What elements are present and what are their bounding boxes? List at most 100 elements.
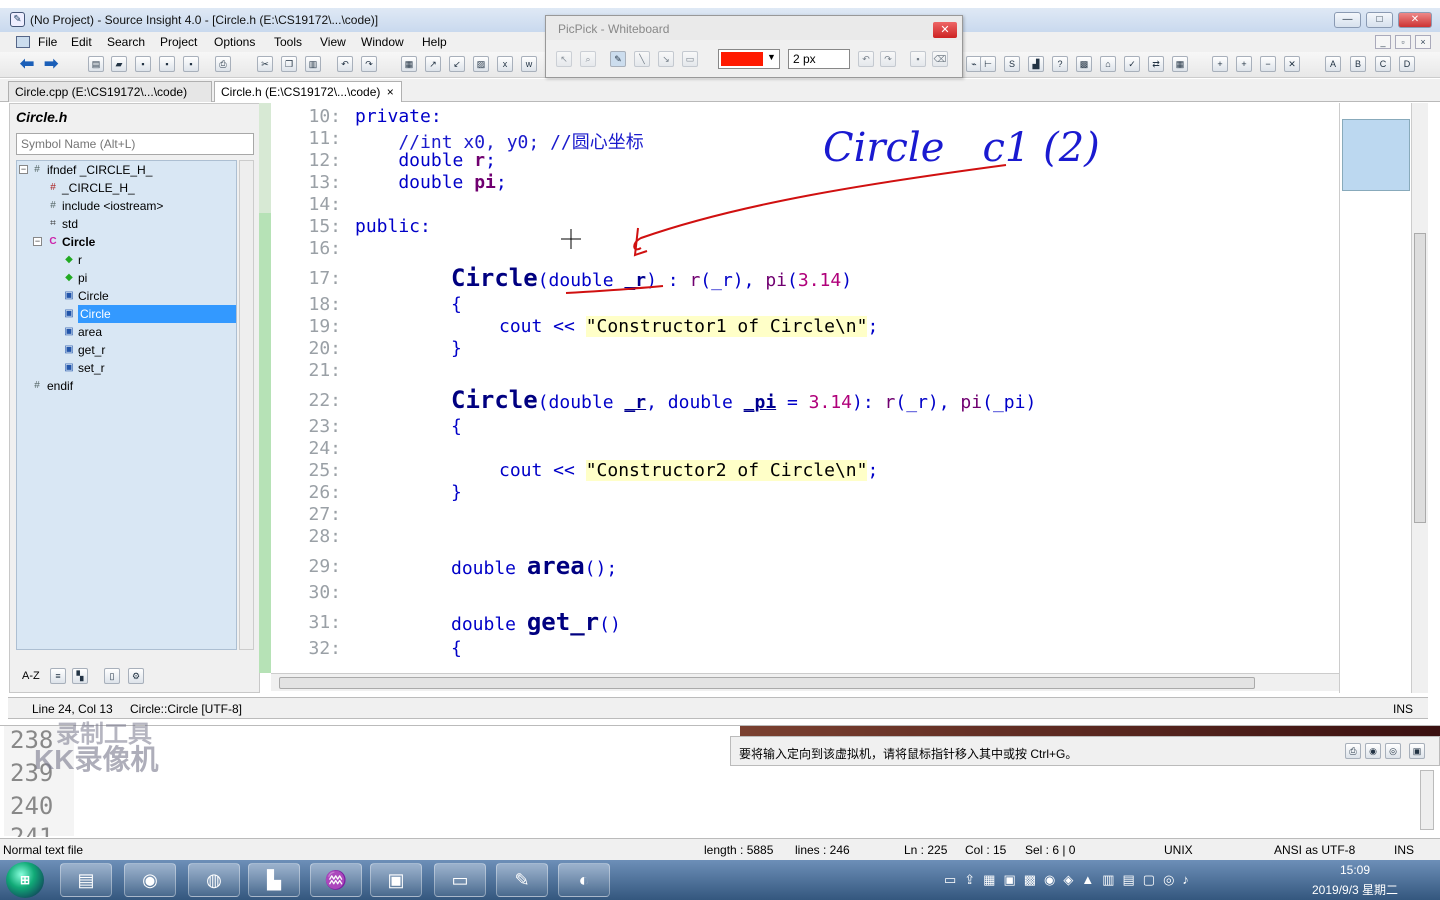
ie-icon[interactable]: ◍	[188, 863, 240, 897]
tree-row-selected[interactable]: ▣ Circle	[17, 305, 236, 323]
tab-close-icon[interactable]: ×	[387, 85, 394, 99]
jump-icon[interactable]: ↗	[425, 56, 441, 72]
save-icon[interactable]: ▪	[135, 56, 151, 72]
settings-gear-icon[interactable]: ⚙	[128, 668, 144, 684]
symbol-icon[interactable]: S	[1004, 56, 1020, 72]
start-orb-icon[interactable]: ⊞	[6, 862, 44, 898]
search-web-icon[interactable]: w	[521, 56, 537, 72]
clock-time[interactable]: 15:09	[1340, 863, 1370, 877]
collapse-icon[interactable]: −	[33, 237, 42, 246]
tree-row[interactable]: ▣ set_r	[17, 359, 236, 377]
cd-icon[interactable]: ◎	[1385, 743, 1401, 759]
vm-icon[interactable]: ▣	[370, 863, 422, 897]
color-picker[interactable]: ▼	[718, 49, 780, 69]
disk-icon[interactable]: ◉	[1365, 743, 1381, 759]
menu-options[interactable]: Options	[214, 35, 255, 49]
menu-tools[interactable]: Tools	[274, 35, 302, 49]
rectangle-tool-icon[interactable]: ▭	[682, 51, 698, 67]
browse-icon[interactable]: ▨	[473, 56, 489, 72]
print-icon[interactable]: ⎙	[215, 56, 231, 72]
line-tool-icon[interactable]: ╲	[634, 51, 650, 67]
notepad-scrollbar[interactable]	[1420, 770, 1434, 830]
collapse-icon[interactable]: −	[19, 165, 28, 174]
replace-icon[interactable]: x	[497, 56, 513, 72]
menu-project[interactable]: Project	[160, 35, 197, 49]
open-folder-icon[interactable]: ▰	[111, 56, 127, 72]
button-c-icon[interactable]: C	[1375, 56, 1391, 72]
button-a-icon[interactable]: A	[1325, 56, 1341, 72]
layout-icon[interactable]: ▩	[1076, 56, 1092, 72]
forward-arrow-icon[interactable]: ➡	[44, 55, 58, 72]
undo-icon[interactable]: ↶	[337, 56, 353, 72]
tree-row[interactable]: − # ifndef _CIRCLE_H_	[17, 161, 236, 179]
add-bookmark-icon[interactable]: +	[1212, 56, 1228, 72]
select-tool-icon[interactable]: ↖	[556, 51, 572, 67]
redo-icon[interactable]: ↷	[361, 56, 377, 72]
menu-search[interactable]: Search	[107, 35, 145, 49]
lookup-icon[interactable]: ▦	[401, 56, 417, 72]
clock-date[interactable]: 2019/9/3 星期二	[1312, 881, 1398, 898]
tree-row[interactable]: ◆ pi	[17, 269, 236, 287]
vscroll-thumb[interactable]	[1414, 233, 1426, 523]
help-icon[interactable]: ?	[1052, 56, 1068, 72]
jump-back-icon[interactable]: ↙	[449, 56, 465, 72]
arrow-tool-icon[interactable]: ↘	[658, 51, 674, 67]
tab-circle-h[interactable]: Circle.h (E:\CS19172\...\code) ×	[214, 81, 402, 102]
mdi-close-button[interactable]: ×	[1415, 35, 1431, 49]
close-file-icon[interactable]: ▪	[183, 56, 199, 72]
tree-row[interactable]: ▣ Circle	[17, 287, 236, 305]
sbp-icon[interactable]: ▙	[248, 863, 300, 897]
redo-icon[interactable]: ↷	[880, 51, 896, 67]
save-all-icon[interactable]: ▪	[159, 56, 175, 72]
clear-bookmarks-icon[interactable]: ✕	[1284, 56, 1300, 72]
next-bookmark-icon[interactable]: +	[1236, 56, 1252, 72]
whiteboard-close-button[interactable]: ✕	[933, 22, 957, 38]
category-view-icon[interactable]: ▚	[72, 668, 88, 684]
network-icon[interactable]: ▣	[1409, 743, 1425, 759]
tree-row[interactable]: ▣ get_r	[17, 341, 236, 359]
menu-help[interactable]: Help	[422, 35, 447, 49]
recorder-icon[interactable]: ◐	[558, 863, 610, 897]
system-tray-icons[interactable]: ▭⇪▦▣▩◉◈▲▥▤▢◎♪	[944, 872, 1294, 888]
symbol-search-input[interactable]	[16, 133, 254, 155]
tree-row[interactable]: # include <iostream>	[17, 197, 236, 215]
mdi-minimize-button[interactable]: _	[1375, 35, 1391, 49]
grid-icon[interactable]: ▦	[1172, 56, 1188, 72]
chrome-icon[interactable]: ◉	[124, 863, 176, 897]
menu-window[interactable]: Window	[361, 35, 404, 49]
save-icon[interactable]: ▪	[910, 51, 926, 67]
tab-circle-cpp[interactable]: Circle.cpp (E:\CS19172\...\code)	[8, 81, 212, 102]
home-icon[interactable]: ⌂	[1100, 56, 1116, 72]
new-file-icon[interactable]: ▤	[88, 56, 104, 72]
tree-row[interactable]: ◆ r	[17, 251, 236, 269]
paste-icon[interactable]: ▥	[305, 56, 321, 72]
notepad-icon[interactable]: ✎	[496, 863, 548, 897]
tree-row[interactable]: # endif	[17, 377, 236, 395]
sourceinsight-icon[interactable]: ♒	[310, 863, 362, 897]
tree-icon[interactable]: ⊢	[980, 56, 996, 72]
remove-bookmark-icon[interactable]: −	[1260, 56, 1276, 72]
close-button[interactable]: ✕	[1398, 12, 1432, 28]
pen-tool-icon[interactable]: ✎	[610, 51, 626, 67]
printer-icon[interactable]: ⎙	[1345, 743, 1361, 759]
copy-icon[interactable]: ❐	[281, 56, 297, 72]
sync-icon[interactable]: ⇄	[1148, 56, 1164, 72]
explorer-icon[interactable]: ▤	[60, 863, 112, 897]
back-arrow-icon[interactable]: ⬅	[20, 55, 34, 72]
hscroll-thumb[interactable]	[279, 677, 1255, 689]
document-menu-icon[interactable]	[16, 36, 30, 48]
overview-viewport[interactable]	[1342, 119, 1410, 191]
book-icon[interactable]: ▯	[104, 668, 120, 684]
zoom-tool-icon[interactable]: ⌕	[580, 51, 596, 67]
editor-vertical-scrollbar[interactable]	[1411, 103, 1428, 693]
menu-file[interactable]: File	[38, 35, 57, 49]
cut-icon[interactable]: ✂	[257, 56, 273, 72]
tree-row[interactable]: ▣ area	[17, 323, 236, 341]
mdi-restore-button[interactable]: ▫	[1395, 35, 1411, 49]
undo-icon[interactable]: ↶	[858, 51, 874, 67]
tree-row[interactable]: − C Circle	[17, 233, 236, 251]
overview-pane[interactable]	[1339, 103, 1411, 693]
sort-az-button[interactable]: A-Z	[22, 670, 40, 682]
maximize-button[interactable]: □	[1366, 12, 1393, 28]
button-b-icon[interactable]: B	[1350, 56, 1366, 72]
